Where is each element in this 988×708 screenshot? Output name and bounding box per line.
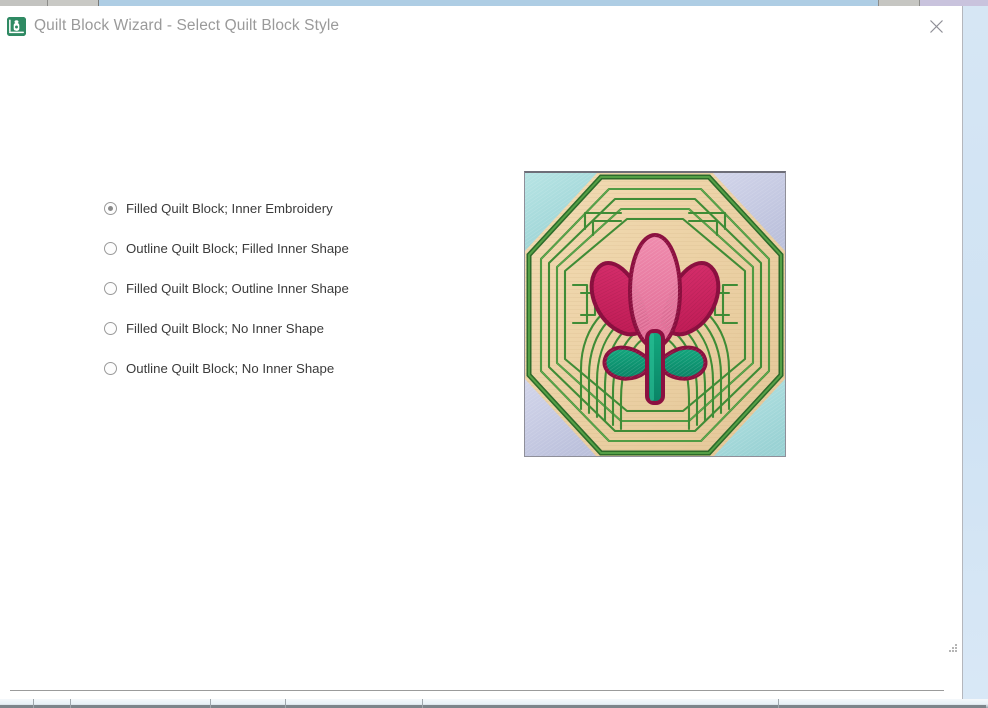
sewing-machine-icon bbox=[7, 17, 26, 36]
radio-indicator bbox=[104, 241, 117, 255]
radio-option-filled-outline-inner[interactable]: Filled Quilt Block; Outline Inner Shape bbox=[104, 275, 349, 301]
radio-option-label: Outline Quilt Block; No Inner Shape bbox=[126, 360, 335, 376]
taskbar-sliver-bottom bbox=[0, 699, 988, 708]
radio-option-filled-no-inner[interactable]: Filled Quilt Block; No Inner Shape bbox=[104, 315, 349, 341]
radio-option-label: Filled Quilt Block; Outline Inner Shape bbox=[126, 280, 349, 296]
radio-option-outline-filled-inner[interactable]: Outline Quilt Block; Filled Inner Shape bbox=[104, 235, 349, 261]
resize-grip[interactable] bbox=[944, 639, 957, 652]
radio-indicator bbox=[104, 201, 117, 215]
wizard-content: Filled Quilt Block; Inner Embroidery Out… bbox=[0, 46, 962, 691]
quilt-block-style-options: Filled Quilt Block; Inner Embroidery Out… bbox=[104, 195, 349, 395]
footer-divider bbox=[10, 690, 944, 691]
quilt-block-preview bbox=[524, 171, 786, 457]
radio-option-filled-inner-embroidery[interactable]: Filled Quilt Block; Inner Embroidery bbox=[104, 195, 349, 221]
radio-indicator bbox=[104, 281, 117, 295]
quilt-block-wizard-window: Quilt Block Wizard - Select Quilt Block … bbox=[0, 6, 963, 699]
close-icon[interactable] bbox=[916, 11, 956, 41]
radio-indicator bbox=[104, 361, 117, 375]
radio-option-label: Outline Quilt Block; Filled Inner Shape bbox=[126, 240, 349, 256]
radio-option-label: Filled Quilt Block; No Inner Shape bbox=[126, 320, 324, 336]
radio-indicator bbox=[104, 321, 117, 335]
radio-option-outline-no-inner[interactable]: Outline Quilt Block; No Inner Shape bbox=[104, 355, 349, 381]
window-title: Quilt Block Wizard - Select Quilt Block … bbox=[34, 17, 340, 34]
radio-option-label: Filled Quilt Block; Inner Embroidery bbox=[126, 200, 333, 216]
title-bar: Quilt Block Wizard - Select Quilt Block … bbox=[0, 6, 962, 46]
